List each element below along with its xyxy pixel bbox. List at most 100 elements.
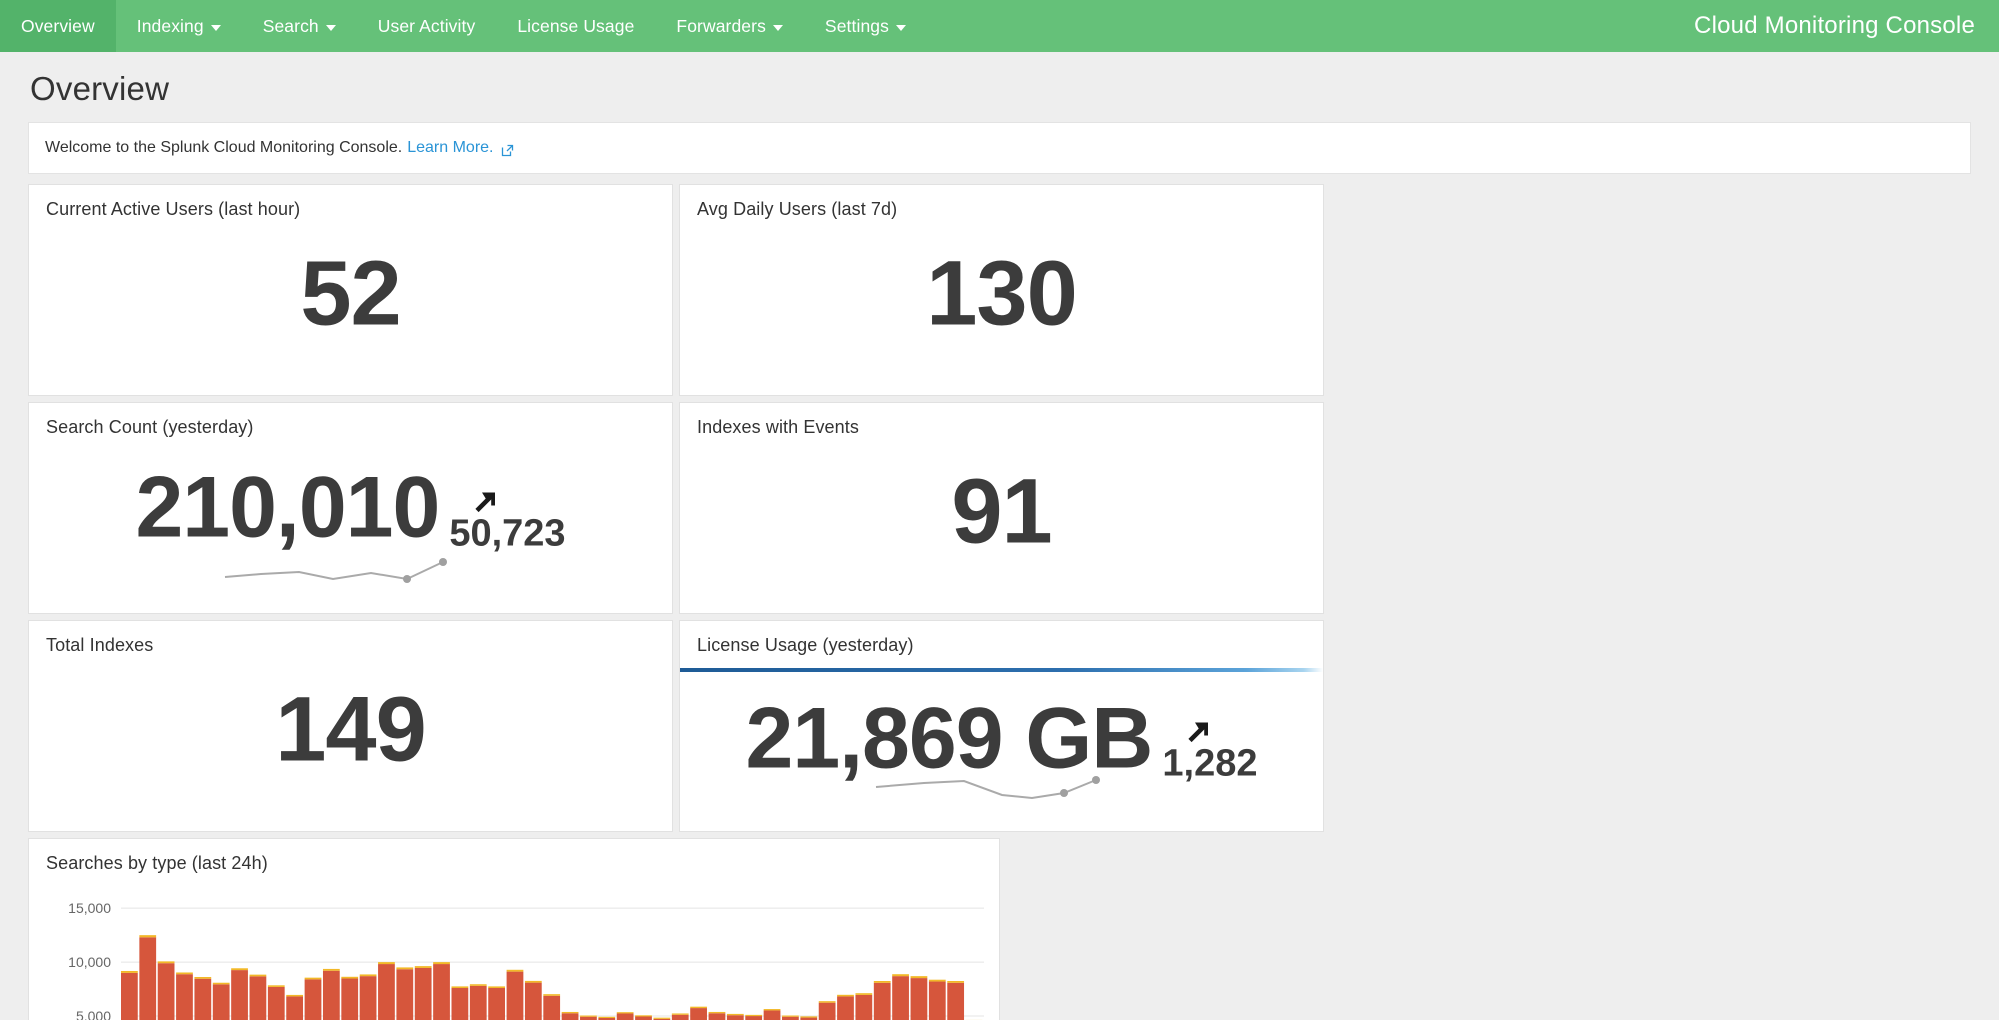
bar-segment[interactable] <box>635 1015 652 1016</box>
bar-segment[interactable] <box>323 971 340 1020</box>
external-link-icon[interactable] <box>501 144 514 157</box>
nav-item-label: Forwarders <box>676 16 766 37</box>
bar-segment[interactable] <box>231 968 248 970</box>
bar-segment[interactable] <box>121 971 138 973</box>
nav-item-indexing[interactable]: Indexing <box>116 0 242 52</box>
bar-segment[interactable] <box>819 1001 836 1003</box>
bar-segment[interactable] <box>488 986 505 988</box>
bar-segment[interactable] <box>121 973 138 1020</box>
bar-segment[interactable] <box>855 995 872 1020</box>
bar-segment[interactable] <box>764 1009 781 1010</box>
nav-item-overview[interactable]: Overview <box>0 0 116 52</box>
bar-segment[interactable] <box>378 962 395 964</box>
bar-segment[interactable] <box>598 1017 615 1018</box>
bar-segment[interactable] <box>158 963 175 1020</box>
bar-segment[interactable] <box>562 1013 579 1020</box>
bar-segment[interactable] <box>378 964 395 1020</box>
bar-segment[interactable] <box>213 983 230 985</box>
bar-segment[interactable] <box>525 981 542 983</box>
bar-segment[interactable] <box>672 1015 689 1020</box>
bar-segment[interactable] <box>855 993 872 995</box>
bar-segment[interactable] <box>452 988 469 1020</box>
bar-segment[interactable] <box>305 978 322 980</box>
bar-segment[interactable] <box>800 1016 817 1017</box>
bar-segment[interactable] <box>947 983 964 1020</box>
bar-segment[interactable] <box>415 968 432 1020</box>
bar-segment[interactable] <box>819 1003 836 1020</box>
bar-segment[interactable] <box>745 1015 762 1016</box>
bar-segment[interactable] <box>396 967 413 969</box>
nav-item-search[interactable]: Search <box>242 0 357 52</box>
bar-segment[interactable] <box>727 1015 744 1020</box>
bar-segment[interactable] <box>543 996 560 1020</box>
bar-segment[interactable] <box>543 994 560 996</box>
bar-segment[interactable] <box>690 1007 707 1008</box>
bar-segment[interactable] <box>286 996 303 1020</box>
bar-segment[interactable] <box>194 977 211 979</box>
nav-item-license-usage[interactable]: License Usage <box>496 0 655 52</box>
bar-segment[interactable] <box>929 982 946 1020</box>
bar-segment[interactable] <box>892 974 909 976</box>
bar-segment[interactable] <box>341 977 358 979</box>
bar-segment[interactable] <box>396 969 413 1020</box>
bar-segment[interactable] <box>286 995 303 997</box>
bar-segment[interactable] <box>562 1012 579 1013</box>
bar-segment[interactable] <box>929 980 946 982</box>
bar-segment[interactable] <box>507 972 524 1020</box>
bar-segment[interactable] <box>947 981 964 983</box>
bar-segment[interactable] <box>176 974 193 1020</box>
bar-segment[interactable] <box>213 984 230 1020</box>
bar-segment[interactable] <box>764 1010 781 1020</box>
panel-title-current-active-users: Current Active Users (last hour) <box>29 185 672 220</box>
bar-segment[interactable] <box>782 1016 799 1017</box>
learn-more-link[interactable]: Learn More. <box>407 139 493 157</box>
bar-segment[interactable] <box>874 983 891 1020</box>
bar-segment[interactable] <box>433 962 450 964</box>
bar-segment[interactable] <box>452 986 469 988</box>
bar-segment[interactable] <box>874 981 891 983</box>
bar-segment[interactable] <box>653 1018 670 1019</box>
bar-segment[interactable] <box>341 979 358 1020</box>
bar-segment[interactable] <box>305 979 322 1020</box>
bar-segment[interactable] <box>360 974 377 976</box>
bar-segment[interactable] <box>231 970 248 1020</box>
bar-segment[interactable] <box>727 1014 744 1015</box>
nav-item-user-activity[interactable]: User Activity <box>357 0 497 52</box>
bar-segment[interactable] <box>139 937 156 1020</box>
bar-segment[interactable] <box>911 978 928 1020</box>
bar-segment[interactable] <box>194 979 211 1020</box>
bar-segment[interactable] <box>507 970 524 972</box>
bar-segment[interactable] <box>488 988 505 1020</box>
bar-segment[interactable] <box>268 985 285 987</box>
bar-segment[interactable] <box>580 1016 597 1017</box>
bar-segment[interactable] <box>911 976 928 978</box>
bar-segment[interactable] <box>470 986 487 1020</box>
bar-segment[interactable] <box>709 1013 726 1020</box>
bar-segment[interactable] <box>617 1012 634 1013</box>
bar-segment[interactable] <box>745 1016 762 1020</box>
bar-segment[interactable] <box>158 961 175 963</box>
bar-segment[interactable] <box>617 1013 634 1020</box>
bar-segment[interactable] <box>323 969 340 971</box>
nav-item-forwarders[interactable]: Forwarders <box>655 0 804 52</box>
bar-segment[interactable] <box>672 1013 689 1014</box>
bar-segment[interactable] <box>837 996 854 1020</box>
bar-segment[interactable] <box>690 1008 707 1020</box>
bar-segment[interactable] <box>525 983 542 1020</box>
nav-item-settings[interactable]: Settings <box>804 0 927 52</box>
bar-segment[interactable] <box>709 1012 726 1013</box>
bar-segment[interactable] <box>433 964 450 1020</box>
bar-segment[interactable] <box>892 976 909 1020</box>
bar-segment[interactable] <box>250 975 267 977</box>
bar-segment[interactable] <box>139 935 156 937</box>
bar-segment[interactable] <box>360 976 377 1020</box>
bar-segment[interactable] <box>268 987 285 1020</box>
bar-segment[interactable] <box>635 1016 652 1020</box>
bar-segment[interactable] <box>837 995 854 997</box>
bar-segment[interactable] <box>250 976 267 1020</box>
bar-segment[interactable] <box>415 966 432 968</box>
chevron-down-icon <box>211 25 221 31</box>
panel-title-searches-by-type: Searches by type (last 24h) <box>29 839 999 874</box>
bar-segment[interactable] <box>176 972 193 974</box>
bar-segment[interactable] <box>470 984 487 986</box>
